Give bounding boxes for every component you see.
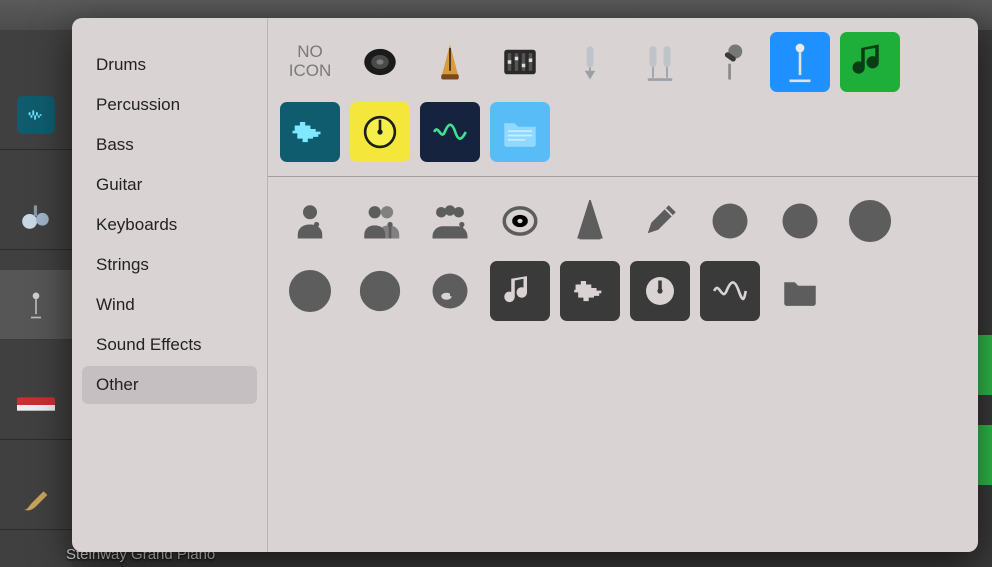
drumkit-icon [17,196,55,234]
mic-stand-icon[interactable] [770,32,830,92]
waveform-small-icon[interactable] [420,102,480,162]
person-mic-icon[interactable] [280,191,340,251]
mic-stand-icon [17,286,55,324]
icon-picker-popover: Drums Percussion Bass Guitar Keyboards S… [72,18,978,552]
no-icon-option[interactable]: NO ICON [280,32,340,92]
category-sidebar: Drums Percussion Bass Guitar Keyboards S… [72,18,268,552]
clock-yellow-icon[interactable] [350,102,410,162]
sidebar-item-percussion[interactable]: Percussion [82,86,257,124]
sidebar-item-keyboards[interactable]: Keyboards [82,206,257,244]
metronome-icon[interactable] [420,32,480,92]
keyboard-icon [17,386,55,424]
waveform-icon[interactable] [280,102,340,162]
speaker-icon[interactable] [350,32,410,92]
music-circle-icon[interactable] [700,191,760,251]
sidebar-item-wind[interactable]: Wind [82,286,257,324]
metronome-outline-icon[interactable] [560,191,620,251]
track-header-column [0,30,72,567]
person-pair-mic-icon[interactable] [350,191,410,251]
track-row[interactable] [0,460,72,530]
sidebar-item-drums[interactable]: Drums [82,46,257,84]
track-wave-icon [17,96,55,134]
sidebar-item-strings[interactable]: Strings [82,246,257,284]
track-row-selected[interactable] [0,270,72,340]
track-row[interactable] [0,370,72,440]
pen-icon[interactable] [630,191,690,251]
speaker-outline-icon[interactable] [490,191,550,251]
sidebar-item-bass[interactable]: Bass [82,126,257,164]
mic-pair-icon[interactable] [630,32,690,92]
group-mic-icon[interactable] [420,191,480,251]
guitar-icon [17,476,55,514]
fader-circle-icon[interactable] [770,191,830,251]
waveform-tile-icon[interactable] [560,261,620,321]
track-row[interactable] [0,180,72,250]
sidebar-item-guitar[interactable]: Guitar [82,166,257,204]
mic-single-icon[interactable] [560,32,620,92]
folder-icon[interactable] [490,102,550,162]
track-row[interactable] [0,80,72,150]
preset-icons-section: NO ICON [268,18,978,176]
sidebar-item-sound-effects[interactable]: Sound Effects [82,326,257,364]
mic-dynamic-icon[interactable] [700,32,760,92]
dial-icon[interactable] [840,191,900,251]
clock-tile-icon[interactable] [630,261,690,321]
icon-area: NO ICON [268,18,978,552]
mixer-icon[interactable] [490,32,550,92]
music-note-icon[interactable] [840,32,900,92]
compass-icon[interactable] [350,261,410,321]
wave-tile-icon[interactable] [700,261,760,321]
clock-circle-icon[interactable] [280,261,340,321]
folder-outline-icon[interactable] [770,261,830,321]
music-tile-icon[interactable] [490,261,550,321]
sidebar-item-other[interactable]: Other [82,366,257,404]
note-circle-icon[interactable] [420,261,480,321]
outline-icons-section [268,177,978,335]
